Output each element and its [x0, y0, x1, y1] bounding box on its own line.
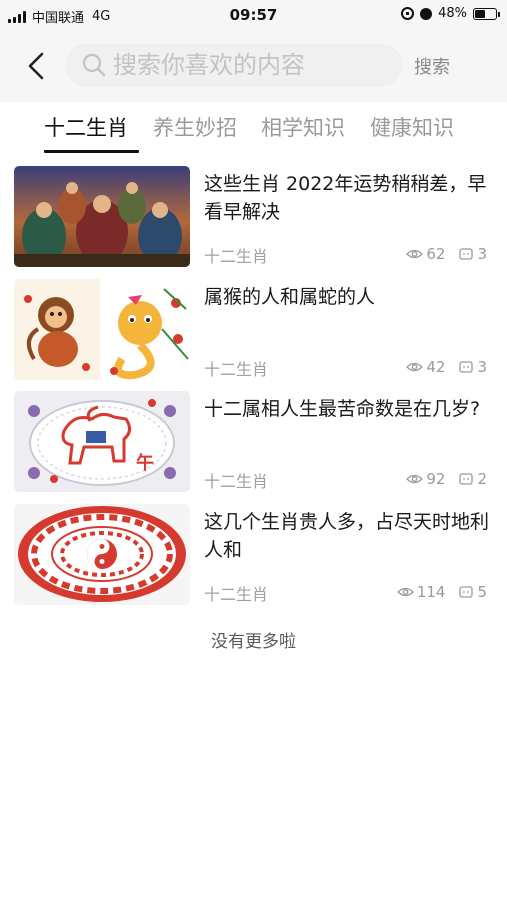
eye-icon: [406, 362, 424, 372]
tab-zodiac[interactable]: 十二生肖: [44, 112, 128, 142]
search-box[interactable]: [66, 44, 402, 86]
comment-count: 3: [477, 358, 487, 376]
eye-icon: [406, 249, 424, 259]
alarm-icon: [420, 7, 433, 20]
back-button[interactable]: [22, 50, 52, 82]
search-button[interactable]: 搜索: [414, 53, 450, 79]
view-count: 62: [426, 245, 446, 263]
comment-count: 3: [477, 245, 487, 263]
article-meta: 92 2: [406, 470, 487, 488]
battery-icon: [473, 7, 500, 20]
article-title: 属猴的人和属蛇的人: [204, 286, 376, 308]
eye-icon: [396, 587, 414, 597]
tab-physiognomy[interactable]: 相学知识: [261, 112, 345, 142]
article-item[interactable]: 这几个生肖贵人多，占尽天时地利人和 十二生肖 114 5: [0, 504, 507, 607]
no-more-content-text: 没有更多啦: [211, 632, 296, 652]
article-thumbnail: [14, 504, 190, 605]
view-count: 92: [426, 470, 446, 488]
tab-health-knowledge[interactable]: 健康知识: [370, 112, 454, 142]
article-thumbnail: [14, 279, 190, 380]
comment-icon: [459, 360, 474, 373]
article-meta: 42 3: [406, 358, 487, 376]
status-right: 48%: [401, 6, 500, 21]
article-meta: 62 3: [406, 245, 487, 263]
status-bar: 中国联通 4G 09:57 48%: [0, 0, 507, 30]
view-count: 114: [416, 583, 446, 601]
monkey-snake-papercut-icon: [14, 279, 190, 380]
tab-health-tips[interactable]: 养生妙招: [153, 112, 237, 142]
article-item[interactable]: 属猴的人和属蛇的人 十二生肖 42 3: [0, 279, 507, 382]
active-tab-indicator: [44, 150, 139, 153]
article-item[interactable]: 午 十二属相人生最苦命数是在几岁? 十二生肖 92 2: [0, 391, 507, 494]
search-input[interactable]: [113, 51, 383, 79]
article-title: 这些生肖 2022年运势稍稍差，早看早解决: [204, 173, 487, 220]
article-thumbnail: [14, 166, 190, 267]
battery-percent: 48%: [438, 6, 467, 21]
comment-icon: [459, 472, 474, 485]
category-tabs: 十二生肖 养生妙招 相学知识 健康知识: [0, 102, 507, 154]
eye-icon: [406, 474, 424, 484]
article-meta: 114 5: [396, 583, 487, 601]
comment-count: 5: [477, 583, 487, 601]
article-category: 十二生肖: [204, 585, 269, 604]
deities-painting-icon: [14, 166, 190, 267]
comment-icon: [459, 585, 474, 598]
comment-count: 2: [477, 470, 487, 488]
article-category: 十二生肖: [204, 360, 269, 379]
view-count: 42: [426, 358, 446, 376]
article-category: 十二生肖: [204, 472, 269, 491]
article-item[interactable]: 这些生肖 2022年运势稍稍差，早看早解决 十二生肖 62 3: [0, 166, 507, 269]
rotation-lock-icon: [401, 7, 415, 20]
article-title: 十二属相人生最苦命数是在几岁?: [204, 398, 481, 420]
article-title: 这几个生肖贵人多，占尽天时地利人和: [204, 511, 490, 558]
search-header: 搜索: [0, 30, 507, 102]
article-thumbnail: 午: [14, 391, 190, 492]
back-arrow-icon: [28, 52, 44, 80]
comment-icon: [459, 247, 474, 260]
article-category: 十二生肖: [204, 247, 269, 266]
zodiac-wheel-papercut-icon: [14, 504, 190, 605]
search-icon: [82, 53, 106, 77]
svg-text:午: 午: [136, 452, 154, 474]
horse-papercut-icon: 午: [14, 391, 190, 492]
